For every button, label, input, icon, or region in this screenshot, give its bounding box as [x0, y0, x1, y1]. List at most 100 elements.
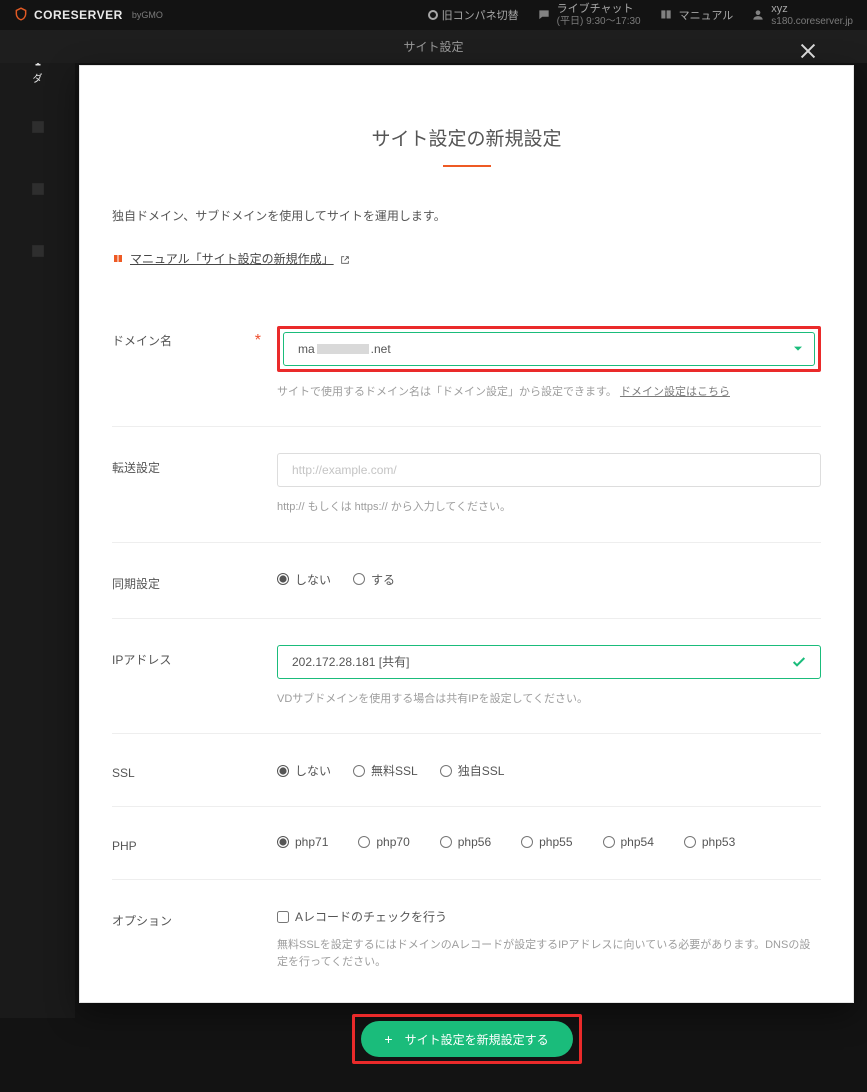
modal: サイト設定の新規設定 独自ドメイン、サブドメインを使用してサイトを運用します。 …: [79, 65, 854, 1003]
square-icon: [27, 179, 49, 199]
radio-php-5[interactable]: php53: [684, 835, 735, 849]
old-panel-label: 旧コンパネ切替: [442, 7, 519, 23]
radio-group-php: php71 php70 php56 php55: [277, 833, 821, 849]
radio-sync-yes[interactable]: する: [353, 571, 395, 588]
modal-title: サイト設定の新規設定: [112, 124, 821, 167]
close-icon: [797, 40, 819, 62]
sidebar-item-2[interactable]: [0, 102, 75, 154]
user-menu[interactable]: xyz s180.coreserver.jp: [751, 3, 853, 27]
radio-input[interactable]: [277, 836, 289, 848]
radio-input[interactable]: [358, 836, 370, 848]
secondbar-title: サイト設定: [403, 38, 463, 55]
user-name: xyz: [771, 3, 853, 16]
radio-php-2[interactable]: php56: [440, 835, 491, 849]
field-ip: VDサブドメインを使用する場合は共有IPを設定してください。: [277, 645, 821, 708]
label-forward: 転送設定: [112, 453, 277, 476]
topbar: CORESERVER byGMO 旧コンパネ切替 ライブチャット (平日) 9:…: [0, 0, 867, 30]
plus-icon: +: [384, 1032, 392, 1046]
live-chat-hours: (平日) 9:30〜17:30: [557, 16, 641, 28]
sidebar-item-3[interactable]: [0, 164, 75, 216]
radio-input[interactable]: [684, 836, 696, 848]
field-php: php71 php70 php56 php55: [277, 833, 821, 849]
radio-php-1[interactable]: php70: [358, 835, 409, 849]
hint-option: 無料SSLを設定するにはドメインのAレコードが設定するIPアドレスに向いている必…: [277, 937, 821, 970]
highlight-submit: + サイト設定を新規設定する: [352, 1014, 582, 1064]
submit-label: サイト設定を新規設定する: [405, 1031, 549, 1048]
row-option: オプション Aレコードのチェックを行う 無料SSLを設定するにはドメインのAレコ…: [112, 880, 821, 996]
domain-prefix: ma: [298, 342, 315, 356]
check-icon: [791, 654, 807, 675]
checkbox-arecord[interactable]: Aレコードのチェックを行う: [277, 906, 821, 925]
close-button[interactable]: [797, 40, 819, 68]
intro-text: 独自ドメイン、サブドメインを使用してサイトを運用します。: [112, 207, 821, 224]
forward-input[interactable]: [277, 453, 821, 487]
sidebar: ダ: [0, 30, 75, 1018]
label-ip: IPアドレス: [112, 645, 277, 668]
book-icon: [659, 8, 673, 22]
field-forward: http:// もしくは https:// から入力してください。: [277, 453, 821, 516]
logo-text: CORESERVER: [34, 8, 123, 22]
radio-input[interactable]: [440, 765, 452, 777]
required-star: *: [255, 332, 261, 350]
field-ssl: しない 無料SSL 独自SSL: [277, 760, 821, 779]
masked-segment: [317, 344, 369, 354]
radio-group-sync: しない する: [277, 569, 821, 588]
user-icon: [751, 8, 765, 22]
chat-icon: [537, 8, 551, 22]
radio-sync-no[interactable]: しない: [277, 571, 331, 588]
book-icon: [112, 253, 124, 265]
hint-forward: http:// もしくは https:// から入力してください。: [277, 499, 821, 516]
row-domain: ドメイン名 * ma.net: [112, 310, 821, 428]
manual-link-text: マニュアル「サイト設定の新規作成」: [130, 250, 334, 267]
radio-input[interactable]: [521, 836, 533, 848]
radio-php-4[interactable]: php54: [603, 835, 654, 849]
field-sync: しない する: [277, 569, 821, 588]
label-option: オプション: [112, 906, 277, 929]
radio-input[interactable]: [440, 836, 452, 848]
label-php: PHP: [112, 833, 277, 853]
label-ssl: SSL: [112, 760, 277, 780]
radio-ssl-1[interactable]: 無料SSL: [353, 762, 418, 779]
sidebar-dashboard-label: ダ: [33, 70, 43, 85]
form: ドメイン名 * ma.net: [112, 310, 821, 997]
topbar-right: 旧コンパネ切替 ライブチャット (平日) 9:30〜17:30 マニュアル xy…: [428, 3, 853, 27]
logo-sub: byGMO: [132, 10, 163, 20]
row-forward: 転送設定 http:// もしくは https:// から入力してください。: [112, 427, 821, 543]
field-option: Aレコードのチェックを行う 無料SSLを設定するにはドメインのAレコードが設定す…: [277, 906, 821, 970]
domain-select[interactable]: ma.net: [283, 332, 815, 366]
external-link-icon: [340, 254, 350, 264]
submit-wrap: + サイト設定を新規設定する: [112, 1014, 821, 1064]
radio-input[interactable]: [353, 573, 365, 585]
field-domain: ma.net サイトで使用するドメイン名は「ドメイン設定」から設定できます。 ド…: [277, 326, 821, 401]
square-icon: [27, 117, 49, 137]
ip-input[interactable]: [277, 645, 821, 679]
old-panel-toggle[interactable]: 旧コンパネ切替: [428, 7, 519, 23]
radio-php-0[interactable]: php71: [277, 835, 328, 849]
highlight-domain: ma.net: [277, 326, 821, 372]
row-ssl: SSL しない 無料SSL 独自SSL: [112, 734, 821, 807]
manual-link-top[interactable]: マニュアル: [659, 7, 734, 23]
submit-button[interactable]: + サイト設定を新規設定する: [361, 1021, 573, 1057]
radio-ssl-0[interactable]: しない: [277, 762, 331, 779]
toggle-dot-icon: [428, 10, 438, 20]
radio-input[interactable]: [277, 765, 289, 777]
shield-icon: [14, 7, 28, 23]
radio-ssl-2[interactable]: 独自SSL: [440, 762, 505, 779]
manual-link-body[interactable]: マニュアル「サイト設定の新規作成」: [112, 250, 350, 267]
row-php: PHP php71 php70 php56: [112, 807, 821, 880]
logo[interactable]: CORESERVER byGMO: [14, 7, 428, 23]
radio-input[interactable]: [353, 765, 365, 777]
checkbox-input[interactable]: [277, 911, 289, 923]
hint-ip: VDサブドメインを使用する場合は共有IPを設定してください。: [277, 691, 821, 708]
label-sync: 同期設定: [112, 569, 277, 592]
row-sync: 同期設定 しない する: [112, 543, 821, 619]
hint-domain: サイトで使用するドメイン名は「ドメイン設定」から設定できます。 ドメイン設定はこ…: [277, 384, 821, 401]
radio-php-3[interactable]: php55: [521, 835, 572, 849]
live-chat-link[interactable]: ライブチャット (平日) 9:30〜17:30: [537, 3, 641, 27]
domain-settings-link[interactable]: ドメイン設定はこちら: [620, 386, 730, 398]
radio-input[interactable]: [603, 836, 615, 848]
manual-label: マニュアル: [679, 7, 734, 23]
sidebar-item-4[interactable]: [0, 226, 75, 278]
row-ip: IPアドレス VDサブドメインを使用する場合は共有IPを設定してください。: [112, 619, 821, 735]
radio-input[interactable]: [277, 573, 289, 585]
